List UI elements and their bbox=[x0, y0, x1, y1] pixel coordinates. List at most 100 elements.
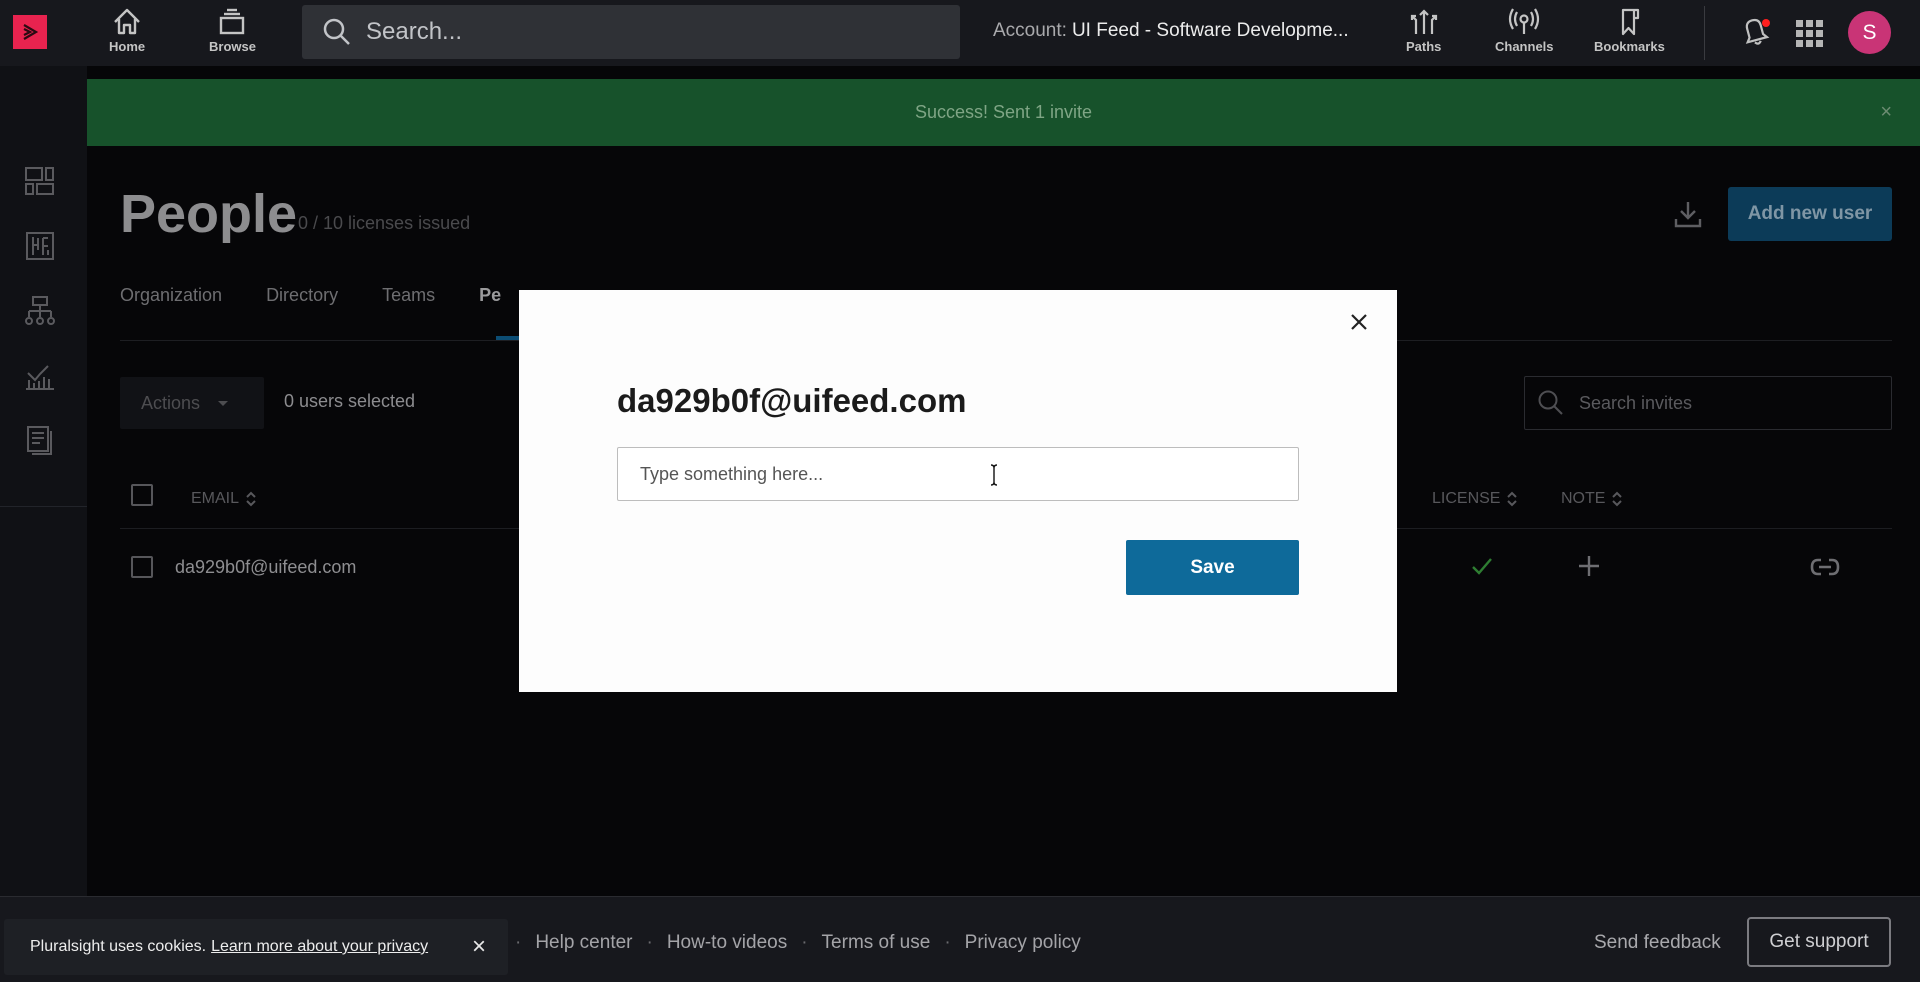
caret-down-icon bbox=[218, 400, 229, 406]
footer-separator: · bbox=[646, 932, 653, 953]
tab-directory[interactable]: Directory bbox=[266, 285, 338, 306]
page-title: People bbox=[120, 184, 298, 244]
account-switcher[interactable]: Account: UI Feed - Software Developme... bbox=[993, 20, 1349, 42]
tab-organization[interactable]: Organization bbox=[120, 285, 222, 306]
column-header-note[interactable]: NOTE bbox=[1561, 490, 1623, 508]
grid-dot bbox=[1796, 30, 1803, 37]
tab-teams[interactable]: Teams bbox=[382, 285, 435, 306]
grid-dot bbox=[1816, 40, 1823, 47]
text-cursor-icon bbox=[990, 464, 998, 486]
grid-dot bbox=[1806, 40, 1813, 47]
global-search-input[interactable]: Search... bbox=[302, 5, 960, 59]
nav-home[interactable]: Home bbox=[109, 6, 145, 54]
add-note-modal: da929b0f@uifeed.com Save bbox=[519, 290, 1397, 692]
column-header-note-label: NOTE bbox=[1561, 490, 1606, 507]
grid-dot bbox=[1806, 20, 1813, 27]
licenses-issued: 0 / 10 licenses issued bbox=[298, 213, 471, 233]
dashboard-icon[interactable] bbox=[24, 165, 56, 197]
column-header-license[interactable]: LICENSE bbox=[1432, 490, 1518, 508]
row-email: da929b0f@uifeed.com bbox=[175, 557, 357, 577]
success-message: Success! Sent 1 invite bbox=[914, 102, 1093, 122]
grid-dot bbox=[1806, 30, 1813, 37]
pluralsight-play-icon bbox=[23, 24, 39, 40]
nav-channels-label: Channels bbox=[1495, 39, 1554, 54]
pluralsight-logo[interactable] bbox=[13, 15, 47, 49]
sort-icon bbox=[1507, 491, 1518, 507]
actions-label: Actions bbox=[141, 392, 201, 413]
send-feedback-link[interactable]: Send feedback bbox=[1594, 932, 1721, 954]
note-input[interactable] bbox=[617, 447, 1299, 501]
channels-icon bbox=[1509, 8, 1540, 34]
nav-channels[interactable]: Channels bbox=[1495, 6, 1554, 54]
org-chart-icon[interactable] bbox=[24, 295, 56, 327]
nav-divider bbox=[1704, 6, 1705, 60]
reports-icon[interactable] bbox=[24, 424, 56, 456]
add-new-user-button[interactable]: Add new user bbox=[1728, 187, 1892, 241]
add-note-icon[interactable] bbox=[1577, 554, 1601, 578]
grid-dot bbox=[1796, 20, 1803, 27]
bookmarks-icon bbox=[1622, 8, 1640, 36]
paths-icon bbox=[1410, 9, 1437, 34]
search-icon bbox=[1538, 390, 1563, 415]
footer-link-privacy-policy[interactable]: Privacy policy bbox=[965, 932, 1081, 954]
column-header-license-label: LICENSE bbox=[1432, 490, 1501, 507]
footer-separator: · bbox=[515, 932, 522, 953]
nav-paths-label: Paths bbox=[1406, 39, 1442, 54]
footer-separator: · bbox=[944, 932, 951, 953]
grid-dot bbox=[1816, 30, 1823, 37]
account-name: UI Feed - Software Developme... bbox=[1071, 20, 1349, 41]
nav-home-label: Home bbox=[109, 39, 146, 54]
apps-grid-button[interactable] bbox=[1796, 20, 1823, 47]
cookie-close-button[interactable]: × bbox=[472, 933, 486, 961]
success-banner: Success! Sent 1 invite × bbox=[87, 79, 1920, 146]
save-button[interactable]: Save bbox=[1126, 540, 1299, 595]
sort-icon bbox=[1612, 491, 1623, 507]
download-icon[interactable] bbox=[1672, 199, 1704, 229]
license-check-icon bbox=[1472, 558, 1492, 575]
grid-dot bbox=[1816, 20, 1823, 27]
column-header-email[interactable]: EMAIL bbox=[191, 490, 257, 508]
modal-title: da929b0f@uifeed.com bbox=[617, 382, 967, 419]
footer-link-terms-of-use[interactable]: Terms of use bbox=[822, 932, 931, 954]
selected-count: 0 users selected bbox=[284, 391, 416, 411]
copy-invite-link-icon[interactable] bbox=[1810, 557, 1840, 577]
side-rail-divider bbox=[0, 506, 87, 507]
nav-paths[interactable]: Paths bbox=[1406, 6, 1441, 54]
account-label: Account: bbox=[993, 20, 1067, 41]
analytics-icon[interactable] bbox=[24, 360, 56, 392]
search-icon bbox=[323, 18, 350, 45]
nav-browse-label: Browse bbox=[209, 39, 256, 54]
notifications-button[interactable] bbox=[1740, 14, 1770, 53]
footer-separator: · bbox=[801, 932, 808, 953]
cookie-text: Pluralsight uses cookies. bbox=[30, 938, 207, 955]
nav-browse[interactable]: Browse bbox=[209, 6, 256, 54]
global-search-placeholder: Search... bbox=[366, 18, 463, 45]
footer: Pluralsight uses cookies. Learn more abo… bbox=[0, 896, 1920, 982]
search-invites-input[interactable]: Search invites bbox=[1524, 376, 1892, 430]
nav-bookmarks[interactable]: Bookmarks bbox=[1594, 6, 1665, 54]
side-rail bbox=[0, 66, 87, 896]
sort-icon bbox=[246, 491, 256, 507]
people-tabs: Organization Directory Teams Pe bbox=[120, 285, 545, 306]
footer-link-help-center[interactable]: Help center bbox=[535, 932, 632, 954]
browse-icon bbox=[220, 8, 245, 35]
row-checkbox[interactable] bbox=[131, 556, 153, 578]
get-support-button[interactable]: Get support bbox=[1747, 917, 1891, 967]
grid-dot bbox=[1796, 40, 1803, 47]
nav-bookmarks-label: Bookmarks bbox=[1594, 39, 1665, 54]
cookie-notice: Pluralsight uses cookies. Learn more abo… bbox=[4, 919, 508, 975]
user-avatar[interactable]: S bbox=[1848, 11, 1891, 54]
home-icon bbox=[114, 8, 140, 35]
banner-close-button[interactable]: × bbox=[1880, 101, 1892, 124]
tab-pending-invites[interactable]: Pe bbox=[479, 285, 501, 306]
select-all-checkbox[interactable] bbox=[131, 484, 153, 506]
footer-links: · Help center · How-to videos · Terms of… bbox=[515, 932, 1095, 954]
cookie-privacy-link[interactable]: Learn more about your privacy bbox=[211, 938, 428, 956]
search-invites-placeholder: Search invites bbox=[1579, 392, 1693, 413]
notification-badge bbox=[1762, 19, 1770, 27]
footer-link-how-to-videos[interactable]: How-to videos bbox=[667, 932, 787, 954]
actions-dropdown[interactable]: Actions bbox=[120, 377, 264, 429]
top-navigation: Home Browse Search... Account: UI Feed - … bbox=[0, 0, 1920, 66]
skills-icon[interactable] bbox=[24, 230, 56, 262]
modal-close-icon[interactable] bbox=[1349, 312, 1369, 332]
